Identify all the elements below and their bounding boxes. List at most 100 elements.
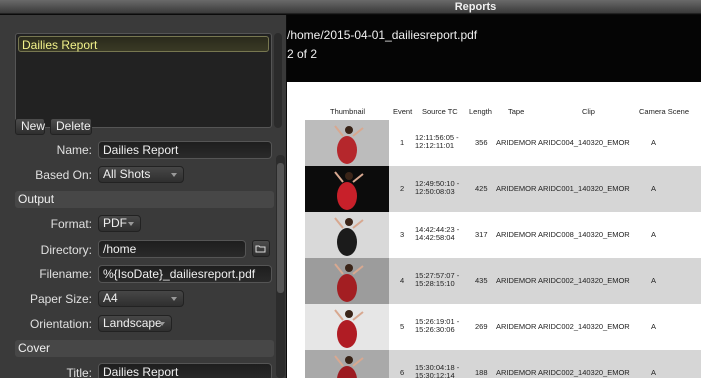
length-cell: 269 [475,322,488,331]
clip-thumbnail [305,212,389,258]
filename-field[interactable]: %{IsoDate}_dailiesreport.pdf [98,265,272,283]
source-tc-out: 14:42:58:04 [415,233,455,242]
source-tc-cell: 15:26:19:01 -15:26:30:06 [415,318,470,334]
camera-cell: A [651,184,657,193]
clip-cell: ARIDC002_140320_EMOR [538,276,630,285]
chevron-down-icon [159,322,165,326]
event-cell: 6 [400,368,405,377]
cover-section-header[interactable]: Cover [15,340,274,357]
source-tc-out: 15:30:12:14 [415,371,455,378]
chevron-down-icon [171,297,177,301]
reports-list-scrollbar[interactable] [274,33,282,128]
name-label: Name: [56,143,92,157]
event-cell: 5 [400,322,405,331]
folder-icon [255,245,266,253]
length-cell: 356 [475,138,488,147]
format-value: PDF [103,216,127,230]
source-tc-out: 15:26:30:06 [415,325,455,334]
clip-thumbnail [305,166,389,212]
clip-cell: ARIDC002_140320_EMOR [538,368,630,377]
source-tc-out: 12:50:08:03 [415,187,455,196]
title-label: Title: [66,366,92,378]
paper-size-dropdown[interactable]: A4 [98,290,184,307]
new-button[interactable]: New [15,118,45,135]
chevron-down-icon [128,222,134,226]
source-tc-cell: 12:11:56:05 -12:12:11:01 [415,134,470,150]
title-field[interactable]: Dailies Report [98,363,272,378]
tape-cell: ARIDEMOR [496,368,537,377]
orientation-label: Orientation: [29,317,92,331]
directory-field[interactable]: /home [98,240,246,258]
filename-label: Filename: [39,267,92,281]
based-on-dropdown[interactable]: All Shots [98,166,184,183]
camera-cell: A [651,368,657,377]
length-cell: 435 [475,276,488,285]
camera-cell: A [651,230,657,239]
dancer-image [334,125,364,164]
chevron-down-icon [171,173,177,177]
dancer-image [334,355,364,378]
based-on-label: Based On: [35,168,92,182]
col-source-tc: Source TC [422,107,458,116]
delete-button[interactable]: Delete [50,118,92,135]
table-row: 3 14:42:44:23 -14:42:58:04 317 ARIDEMOR ARID… [305,212,701,258]
report-page-preview[interactable]: Thumbnail Event Source TC Length Tape Cl… [287,82,701,378]
report-settings-panel: Dailies Report New Delete Name: Dailies … [0,15,286,378]
col-clip: Clip [582,107,595,116]
event-cell: 2 [400,184,405,193]
orientation-value: Landscape [103,316,162,330]
col-tape: Tape [508,107,525,116]
dancer-image [334,217,364,256]
table-row: 6 15:30:04:18 -15:30:12:14 188 ARIDEMOR ARID… [305,350,701,378]
source-tc-cell: 14:42:44:23 -14:42:58:04 [415,226,470,242]
paper-size-value: A4 [103,291,118,305]
source-tc-cell: 15:30:04:18 -15:30:12:14 [415,364,470,378]
table-row: 4 15:27:57:07 -15:28:15:10 435 ARIDEMOR ARID… [305,258,701,304]
source-tc-cell: 15:27:57:07 -15:28:15:10 [415,272,470,288]
event-cell: 4 [400,276,405,285]
report-preview-panel: /home/2015-04-01_dailiesreport.pdf 2 of … [287,15,701,378]
clip-thumbnail [305,350,389,378]
format-dropdown[interactable]: PDF [98,215,141,232]
dancer-image [334,171,364,210]
tape-cell: ARIDEMOR [496,322,537,331]
tape-cell: ARIDEMOR [496,276,537,285]
source-tc-out: 12:12:11:01 [415,141,455,150]
camera-cell: A [651,276,657,285]
source-tc-out: 15:28:15:10 [415,279,455,288]
report-file-path: /home/2015-04-01_dailiesreport.pdf [287,28,478,42]
table-row: 2 12:49:50:10 -12:50:08:03 425 ARIDEMOR ARID… [305,166,701,212]
window-title: Reports [454,1,497,13]
col-camera-scene: Camera Scene [639,107,690,116]
tape-cell: ARIDEMOR [496,138,537,147]
based-on-value: All Shots [103,167,151,181]
settings-scrollbar-thumb[interactable] [277,163,284,293]
length-cell: 188 [475,368,488,377]
table-row: 5 15:26:19:01 -15:26:30:06 269 ARIDEMOR ARID… [305,304,701,350]
length-cell: 425 [475,184,488,193]
table-row: 1 12:11:56:05 -12:12:11:01 356 ARIDEMOR ARID… [305,120,701,166]
tape-cell: ARIDEMOR [496,230,537,239]
clip-cell: ARIDC001_140320_EMOR [538,184,630,193]
orientation-dropdown[interactable]: Landscape [98,315,172,332]
reports-list[interactable]: Dailies Report [15,33,272,128]
clip-thumbnail [305,258,389,304]
table-header: Thumbnail Event Source TC Length Tape Cl… [287,107,701,119]
col-length: Length [469,107,492,116]
tape-cell: ARIDEMOR [496,184,537,193]
paper-size-label: Paper Size: [29,292,92,306]
output-section-header[interactable]: Output [15,191,274,208]
col-event: Event [393,107,413,116]
browse-folder-button[interactable] [252,240,270,257]
clip-thumbnail [305,120,389,166]
camera-cell: A [651,322,657,331]
directory-label: Directory: [40,243,92,257]
format-label: Format: [50,217,92,231]
window-titlebar: Reports [0,0,701,14]
reports-list-item[interactable]: Dailies Report [18,36,269,52]
clip-cell: ARIDC002_140320_EMOR [538,322,630,331]
dancer-image [334,263,364,302]
event-cell: 3 [400,230,405,239]
settings-scrollbar[interactable] [276,155,285,378]
name-field[interactable]: Dailies Report [98,141,272,159]
